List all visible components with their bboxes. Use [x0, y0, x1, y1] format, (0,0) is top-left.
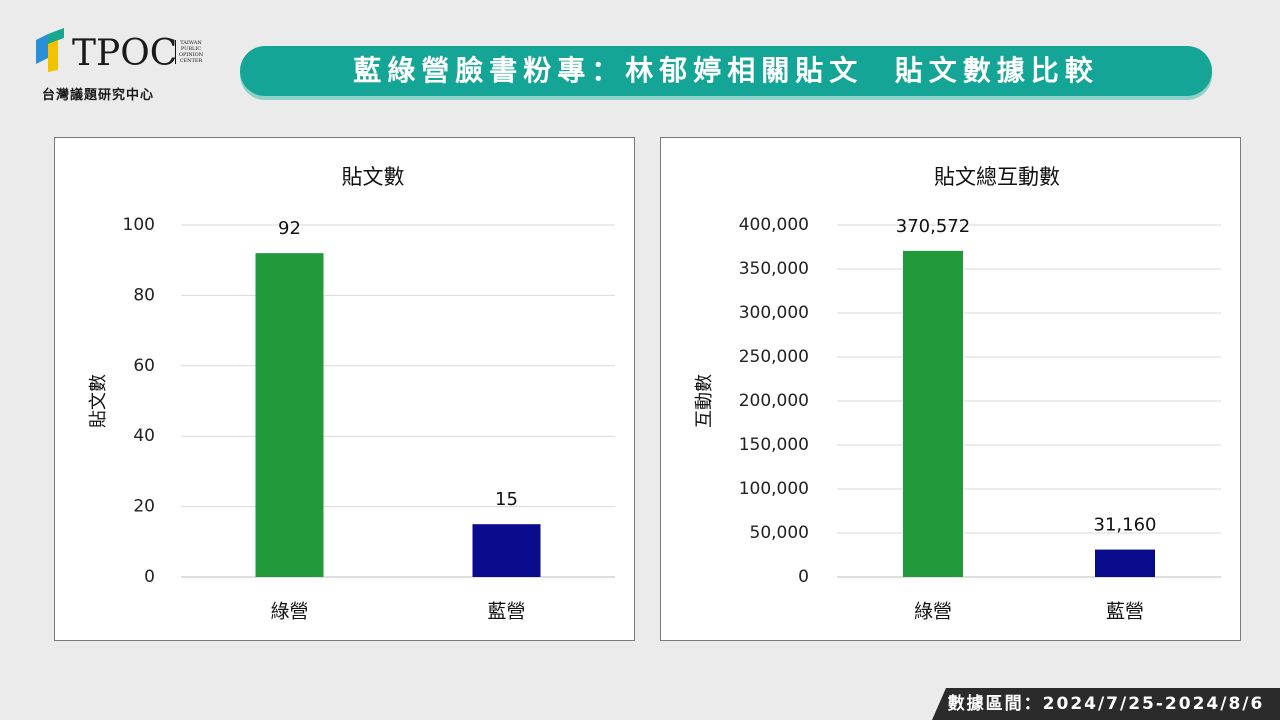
bar-0 — [255, 253, 324, 577]
x-tick-label: 藍營 — [1106, 601, 1144, 623]
logo-subtitle: 台灣議題研究中心 — [42, 88, 155, 103]
posts-count-chart: 貼文數 0 20 40 60 80 100 貼文數 92 綠營 15 藍營 — [88, 165, 615, 623]
y-tick-label: 80 — [133, 285, 155, 305]
y-tick-label: 300,000 — [739, 303, 809, 323]
y-axis-label: 貼文數 — [88, 374, 109, 428]
tpoc-logo: TPOC TAIWAN PUBLIC OPINION CENTER 台灣議題研究… — [34, 26, 214, 106]
y-tick-label: 150,000 — [739, 435, 809, 455]
y-tick-label: 250,000 — [739, 347, 809, 367]
date-range-label: 數據區間：2024/7/25-2024/8/6 — [947, 694, 1265, 714]
y-tick-label: 400,000 — [739, 215, 809, 235]
data-label: 31,160 — [1094, 515, 1157, 536]
y-tick-label: 350,000 — [739, 259, 809, 279]
y-tick-label: 0 — [798, 567, 809, 587]
logo-cube-icon — [36, 28, 64, 72]
x-tick-label: 綠營 — [914, 601, 952, 623]
y-tick-label: 50,000 — [750, 523, 809, 543]
y-tick-label: 0 — [144, 567, 155, 587]
y-tick-label: 100 — [123, 215, 155, 235]
chart-title: 貼文總互動數 — [934, 165, 1060, 189]
y-tick-label: 20 — [133, 497, 155, 517]
x-tick-label: 藍營 — [487, 601, 525, 623]
data-label: 15 — [495, 489, 518, 510]
page-title: 藍綠營臉書粉專：林郁婷相關貼文 貼文數據比較 — [353, 54, 1099, 87]
data-label: 370,572 — [896, 216, 970, 237]
posts-count-chart-panel: 貼文數 0 20 40 60 80 100 貼文數 92 綠營 15 藍營 — [54, 137, 635, 641]
interactions-chart-panel: 貼文總互動數 0 50,000 100,000 150,000 200,000 250,00… — [660, 137, 1241, 641]
date-range-strip: 數據區間：2024/7/25-2024/8/6 — [932, 688, 1280, 720]
y-tick-label: 60 — [133, 356, 155, 376]
bar-0 — [903, 250, 963, 577]
logo-text: TPOC — [72, 33, 178, 74]
y-tick-label: 200,000 — [739, 391, 809, 411]
y-tick-label: 40 — [133, 426, 155, 446]
y-axis-label: 互動數 — [694, 374, 715, 428]
chart-title: 貼文數 — [342, 165, 405, 189]
logo-small-text: TAIWAN PUBLIC OPINION CENTER — [175, 40, 204, 64]
interactions-chart: 貼文總互動數 0 50,000 100,000 150,000 200,000 250,00… — [694, 165, 1221, 623]
title-banner: 藍綠營臉書粉專：林郁婷相關貼文 貼文數據比較 — [240, 46, 1212, 96]
x-tick-label: 綠營 — [270, 601, 308, 623]
bar-1 — [472, 524, 541, 577]
bar-1 — [1095, 549, 1155, 577]
y-tick-label: 100,000 — [739, 479, 809, 499]
data-label: 92 — [278, 218, 301, 239]
